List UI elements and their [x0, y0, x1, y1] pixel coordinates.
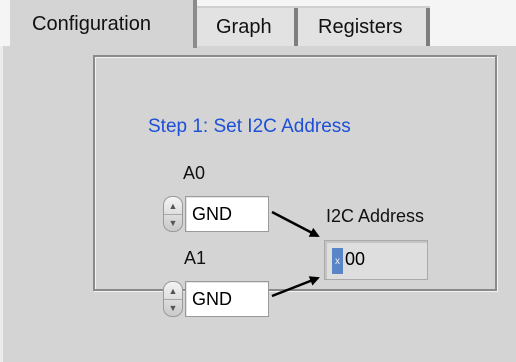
tab-registers-label: Registers	[318, 15, 403, 38]
tab-separator	[426, 8, 430, 46]
tab-strip: Graph Registers Configuration	[0, 0, 516, 48]
a0-stepper[interactable]: ▲ ▼	[163, 196, 183, 232]
step1-title: Step 1: Set I2C Address	[148, 116, 351, 137]
a0-label: A0	[183, 163, 206, 183]
radix-indicator[interactable]: x	[332, 248, 343, 274]
a1-stepper[interactable]: ▲ ▼	[163, 281, 183, 317]
step1-group-box	[93, 55, 497, 291]
a0-increment-icon[interactable]: ▲	[164, 197, 182, 215]
a1-increment-icon[interactable]: ▲	[164, 282, 182, 300]
tab-graph-label: Graph	[216, 15, 272, 38]
tab-configuration-label: Configuration	[32, 12, 151, 35]
tab-shadow	[193, 0, 197, 48]
a0-value: GND	[192, 203, 232, 224]
tab-registers[interactable]: Registers	[296, 6, 430, 46]
a1-label: A1	[184, 248, 207, 268]
a0-ring[interactable]: GND	[185, 196, 269, 232]
i2c-address-label: I2C Address	[326, 206, 425, 226]
i2c-address-value: 00	[345, 249, 366, 269]
a1-value: GND	[192, 288, 232, 309]
tab-graph[interactable]: Graph	[192, 6, 296, 46]
tab-configuration[interactable]: Configuration	[10, 0, 197, 48]
a1-decrement-icon[interactable]: ▼	[164, 299, 182, 316]
a1-ring[interactable]: GND	[185, 281, 269, 317]
a0-decrement-icon[interactable]: ▼	[164, 214, 182, 231]
i2c-address-indicator: x 00	[324, 240, 428, 280]
tab-separator	[294, 8, 298, 46]
